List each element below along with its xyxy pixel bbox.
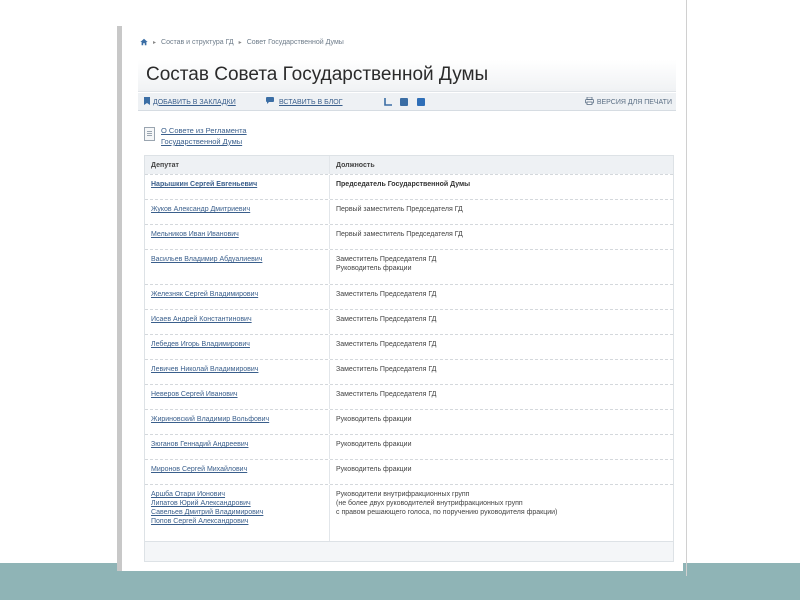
- divider: [686, 0, 687, 576]
- chevron-right-icon: ▸: [238, 39, 242, 46]
- breadcrumb-item-structure[interactable]: Состав и структура ГД: [161, 39, 234, 46]
- position-text: Руководители внутрифракционных групп (не…: [330, 485, 673, 541]
- regulation-link-line1[interactable]: О Совете из Регламента: [161, 125, 247, 136]
- deputy-link[interactable]: Савельев Дмитрий Владимирович: [151, 508, 323, 517]
- chevron-right-icon: ▸: [153, 39, 157, 46]
- deputy-link[interactable]: Мельников Иван Иванович: [145, 225, 330, 249]
- table-row: Исаев Андрей Константинович Заместитель …: [145, 309, 673, 334]
- position-text: Руководитель фракции: [336, 466, 412, 473]
- deputy-link[interactable]: Левичев Николай Владимирович: [145, 360, 330, 384]
- position-text: Первый заместитель Председателя ГД: [336, 206, 463, 213]
- deputy-link[interactable]: Железняк Сергей Владимирович: [145, 285, 330, 309]
- position-text: Председатель Государственной Думы: [336, 181, 471, 188]
- deputy-link[interactable]: Миронов Сергей Михайлович: [145, 460, 330, 484]
- deputy-link[interactable]: Неверов Сергей Иванович: [145, 385, 330, 409]
- council-table: Депутат Должность Нарышкин Сергей Евгень…: [144, 155, 674, 562]
- table-row: Неверов Сергей Иванович Заместитель Пред…: [145, 384, 673, 409]
- position-text: Заместитель Председателя ГД: [336, 391, 437, 398]
- deputy-link[interactable]: Зюганов Геннадий Андреевич: [145, 435, 330, 459]
- deputy-link[interactable]: Жириновский Владимир Вольфович: [145, 410, 330, 434]
- position-text: Заместитель Председателя ГД: [336, 341, 437, 348]
- home-icon[interactable]: [140, 38, 148, 46]
- deputy-link[interactable]: Липатов Юрий Александрович: [151, 499, 323, 508]
- position-text: Заместитель Председателя ГД Руководитель…: [330, 250, 673, 284]
- table-row: Васильев Владимир Абдуалиевич Заместител…: [145, 249, 673, 284]
- position-line: Руководители внутрифракционных групп: [336, 491, 470, 498]
- regulation-link-line2[interactable]: Государственной Думы: [161, 136, 247, 147]
- table-row: Жуков Александр Дмитриевич Первый замест…: [145, 199, 673, 224]
- breadcrumb: ▸ Состав и структура ГД ▸ Совет Государс…: [140, 38, 344, 46]
- deputy-link-group: Аршба Отари Ионович Липатов Юрий Алексан…: [145, 485, 330, 541]
- bookmark-icon: [144, 97, 150, 107]
- document-icon: [144, 127, 155, 141]
- bookmark-label: Добавить в закладки: [153, 98, 236, 106]
- title-bar: Состав Совета Государственной Думы: [138, 60, 676, 92]
- position-line: Заместитель Председателя ГД: [336, 256, 437, 263]
- position-line: (не более двух руководителей внутрифракц…: [336, 500, 523, 507]
- toolbar: Добавить в закладки Вставить в блог Верс…: [138, 93, 676, 111]
- position-text: Заместитель Председателя ГД: [336, 291, 437, 298]
- content-panel: ▸ Состав и структура ГД ▸ Совет Государс…: [117, 26, 683, 571]
- table-row: Лебедев Игорь Владимирович Заместитель П…: [145, 334, 673, 359]
- deputy-link[interactable]: Лебедев Игорь Владимирович: [145, 335, 330, 359]
- position-text: Руководитель фракции: [336, 416, 412, 423]
- breadcrumb-item-council[interactable]: Совет Государственной Думы: [247, 39, 344, 46]
- insert-blog-button[interactable]: Вставить в блог: [266, 97, 343, 107]
- table-header: Депутат Должность: [145, 156, 673, 174]
- position-text: Заместитель Председателя ГД: [336, 316, 437, 323]
- table-row: Миронов Сергей Михайлович Руководитель ф…: [145, 459, 673, 484]
- bookmark-button[interactable]: Добавить в закладки: [144, 97, 236, 107]
- regulation-link-block: О Совете из Регламента Государственной Д…: [144, 125, 247, 147]
- position-line: Руководитель фракции: [336, 265, 412, 272]
- vkontakte-icon[interactable]: [417, 98, 425, 106]
- blog-label: Вставить в блог: [279, 98, 343, 106]
- livejournal-icon[interactable]: [384, 98, 393, 108]
- blog-icon: [266, 97, 276, 107]
- position-text: Первый заместитель Председателя ГД: [336, 231, 463, 238]
- table-row: Железняк Сергей Владимирович Заместитель…: [145, 284, 673, 309]
- table-row: Левичев Николай Владимирович Заместитель…: [145, 359, 673, 384]
- page-title: Состав Совета Государственной Думы: [146, 64, 489, 85]
- table-row: Зюганов Геннадий Андреевич Руководитель …: [145, 434, 673, 459]
- deputy-link[interactable]: Жуков Александр Дмитриевич: [145, 200, 330, 224]
- print-label: Версия для печати: [596, 98, 672, 106]
- header-deputy: Депутат: [145, 156, 330, 174]
- deputy-link[interactable]: Васильев Владимир Абдуалиевич: [145, 250, 330, 284]
- deputy-link[interactable]: Нарышкин Сергей Евгеньевич: [145, 175, 330, 199]
- deputy-link[interactable]: Исаев Андрей Константинович: [145, 310, 330, 334]
- table-footer: [145, 541, 673, 561]
- print-version-button[interactable]: Версия для печати: [584, 96, 672, 107]
- table-row-group-leaders: Аршба Отари Ионович Липатов Юрий Алексан…: [145, 484, 673, 541]
- position-line: с правом решающего голоса, по поручению …: [336, 509, 558, 516]
- header-position: Должность: [336, 161, 375, 169]
- deputy-link[interactable]: Попов Сергей Александрович: [151, 517, 323, 526]
- printer-icon: [584, 96, 594, 107]
- deputy-link[interactable]: Аршба Отари Ионович: [151, 490, 323, 499]
- table-row: Мельников Иван Иванович Первый заместите…: [145, 224, 673, 249]
- table-row: Жириновский Владимир Вольфович Руководит…: [145, 409, 673, 434]
- table-row: Нарышкин Сергей Евгеньевич Председатель …: [145, 174, 673, 199]
- position-text: Заместитель Председателя ГД: [336, 366, 437, 373]
- position-text: Руководитель фракции: [336, 441, 412, 448]
- facebook-icon[interactable]: [400, 98, 408, 106]
